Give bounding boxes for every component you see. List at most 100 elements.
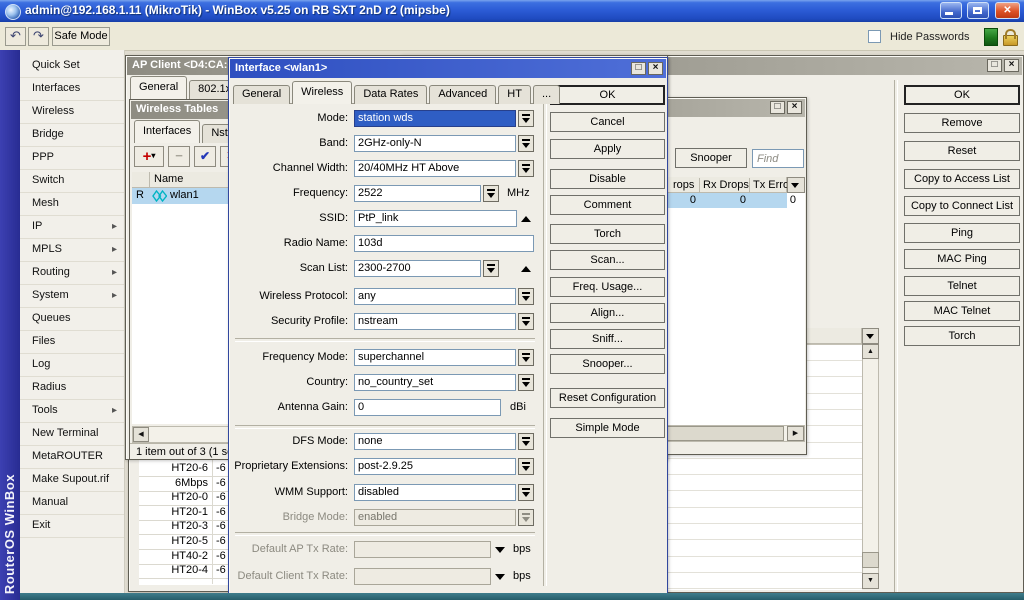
field-input-proprietary-extensions[interactable]: post-2.9.25 [354,458,516,475]
safe-mode-button[interactable]: Safe Mode [52,27,110,46]
telnet-button[interactable]: Telnet [904,276,1020,296]
maximize-icon[interactable]: □ [770,101,785,114]
add-button[interactable]: +▾ [134,146,164,167]
up-arrow-icon[interactable] [521,266,531,272]
copy-to-access-list-button[interactable]: Copy to Access List [904,169,1020,189]
sidebar-item-switch[interactable]: Switch [20,170,124,193]
app-titlebar[interactable]: admin@192.168.1.11 (MikroTik) - WinBox v… [0,0,1024,23]
close-icon[interactable]: × [787,101,802,114]
sidebar-item-tools[interactable]: Tools ▸ [20,400,124,423]
snooper-column-rops[interactable]: rops [673,179,694,191]
sidebar-item-files[interactable]: Files [20,331,124,354]
dropdown-button-icon[interactable] [483,260,499,277]
ok-button[interactable]: OK [550,85,665,105]
flags-column-header[interactable] [132,172,150,188]
dropdown-button-icon[interactable] [518,374,534,391]
ok-button[interactable]: OK [904,85,1020,105]
sidebar-item-bridge[interactable]: Bridge [20,124,124,147]
comment-button[interactable]: Comment [550,195,665,215]
field-input-mode[interactable]: station wds [354,110,516,127]
field-input-antenna-gain[interactable]: 0 [354,399,501,416]
scroll-left-icon[interactable]: ◀ [133,427,149,442]
dialog-tab-advanced[interactable]: Advanced [429,85,497,104]
sidebar-item-queues[interactable]: Queues [20,308,124,331]
field-input-frequency-mode[interactable]: superchannel [354,349,516,366]
sidebar-item-exit[interactable]: Exit [20,515,124,538]
close-icon[interactable]: × [1004,59,1019,72]
dialog-tab-[interactable]: ... [532,85,561,104]
sidebar-item-ppp[interactable]: PPP [20,147,124,170]
sniff-button[interactable]: Sniff... [550,329,665,349]
down-arrow-icon[interactable] [495,547,505,553]
field-input-scan-list[interactable]: 2300-2700 [354,260,481,277]
sidebar-item-new-terminal[interactable]: New Terminal [20,423,124,446]
snooper-button[interactable]: Snooper [675,148,747,168]
snooper-column-tx-erro[interactable]: Tx Erro [753,179,789,191]
dropdown-button-icon[interactable] [518,349,534,366]
dialog-tab-wireless[interactable]: Wireless [292,81,353,104]
down-arrow-icon[interactable] [495,574,505,580]
redo-button[interactable]: ↷ [28,27,49,46]
sidebar-item-log[interactable]: Log [20,354,124,377]
dialog-tab-ht[interactable]: HT [498,85,531,104]
dialog-tab-general[interactable]: General [233,85,291,104]
apply-button[interactable]: Apply [550,139,665,159]
sidebar-item-routing[interactable]: Routing ▸ [20,262,124,285]
sidebar-item-interfaces[interactable]: Interfaces [20,78,124,101]
hide-passwords-checkbox[interactable] [868,30,881,43]
sidebar-item-manual[interactable]: Manual [20,492,124,515]
undo-button[interactable]: ↶ [5,27,26,46]
column-chooser-icon[interactable] [862,328,879,344]
field-input-band[interactable]: 2GHz-only-N [354,135,516,152]
sidebar-item-wireless[interactable]: Wireless [20,101,124,124]
disable-button[interactable]: Disable [550,169,665,189]
snooper-button[interactable]: Snooper... [550,354,665,374]
field-input-security-profile[interactable]: nstream [354,313,516,330]
reset-configuration-button[interactable]: Reset Configuration [550,388,665,408]
dropdown-button-icon[interactable] [518,160,534,177]
ping-button[interactable]: Ping [904,223,1020,243]
sidebar-item-radius[interactable]: Radius [20,377,124,400]
torch-button[interactable]: Torch [904,326,1020,346]
tab-interfaces[interactable]: Interfaces [134,120,201,143]
snooper-column-rx-drops[interactable]: Rx Drops [703,179,749,191]
copy-to-connect-list-button[interactable]: Copy to Connect List [904,196,1020,216]
dropdown-button-icon[interactable] [518,135,534,152]
dialog-tab-data-rates[interactable]: Data Rates [354,85,428,104]
field-input-frequency[interactable]: 2522 [354,185,481,202]
field-input-radio-name[interactable]: 103d [354,235,534,252]
remove-button[interactable]: − [168,146,190,167]
tab-general[interactable]: General [130,76,188,99]
remove-button[interactable]: Remove [904,113,1020,133]
sidebar-item-mesh[interactable]: Mesh [20,193,124,216]
up-arrow-icon[interactable] [521,216,531,222]
dropdown-button-icon[interactable] [518,288,534,305]
dropdown-button-icon[interactable] [483,185,499,202]
scan-button[interactable]: Scan... [550,250,665,270]
field-input-ssid[interactable]: PtP_link [354,210,517,227]
maximize-button[interactable] [967,2,989,19]
align-button[interactable]: Align... [550,303,665,323]
reset-button[interactable]: Reset [904,141,1020,161]
simple-mode-button[interactable]: Simple Mode [550,418,665,438]
scroll-right-icon[interactable]: ▶ [787,426,804,441]
field-input-country[interactable]: no_country_set [354,374,516,391]
sidebar-item-ip[interactable]: IP ▸ [20,216,124,239]
restore-icon[interactable]: □ [987,59,1002,72]
sidebar-item-metarouter[interactable]: MetaROUTER [20,446,124,469]
scroll-up-icon[interactable]: ▲ [862,344,879,359]
find-input[interactable] [752,149,804,168]
mac-ping-button[interactable]: MAC Ping [904,249,1020,269]
torch-button[interactable]: Torch [550,224,665,244]
dropdown-button-icon[interactable] [518,110,534,127]
close-button[interactable]: ✕ [995,2,1020,19]
scroll-thumb[interactable] [862,552,879,568]
enable-button[interactable]: ✔ [194,146,216,167]
sidebar-item-system[interactable]: System ▸ [20,285,124,308]
sidebar-item-mpls[interactable]: MPLS ▸ [20,239,124,262]
freq-usage-button[interactable]: Freq. Usage... [550,277,665,297]
field-input-wmm-support[interactable]: disabled [354,484,516,501]
minimize-button[interactable] [940,2,962,19]
field-input-wireless-protocol[interactable]: any [354,288,516,305]
dropdown-button-icon[interactable] [518,433,534,450]
